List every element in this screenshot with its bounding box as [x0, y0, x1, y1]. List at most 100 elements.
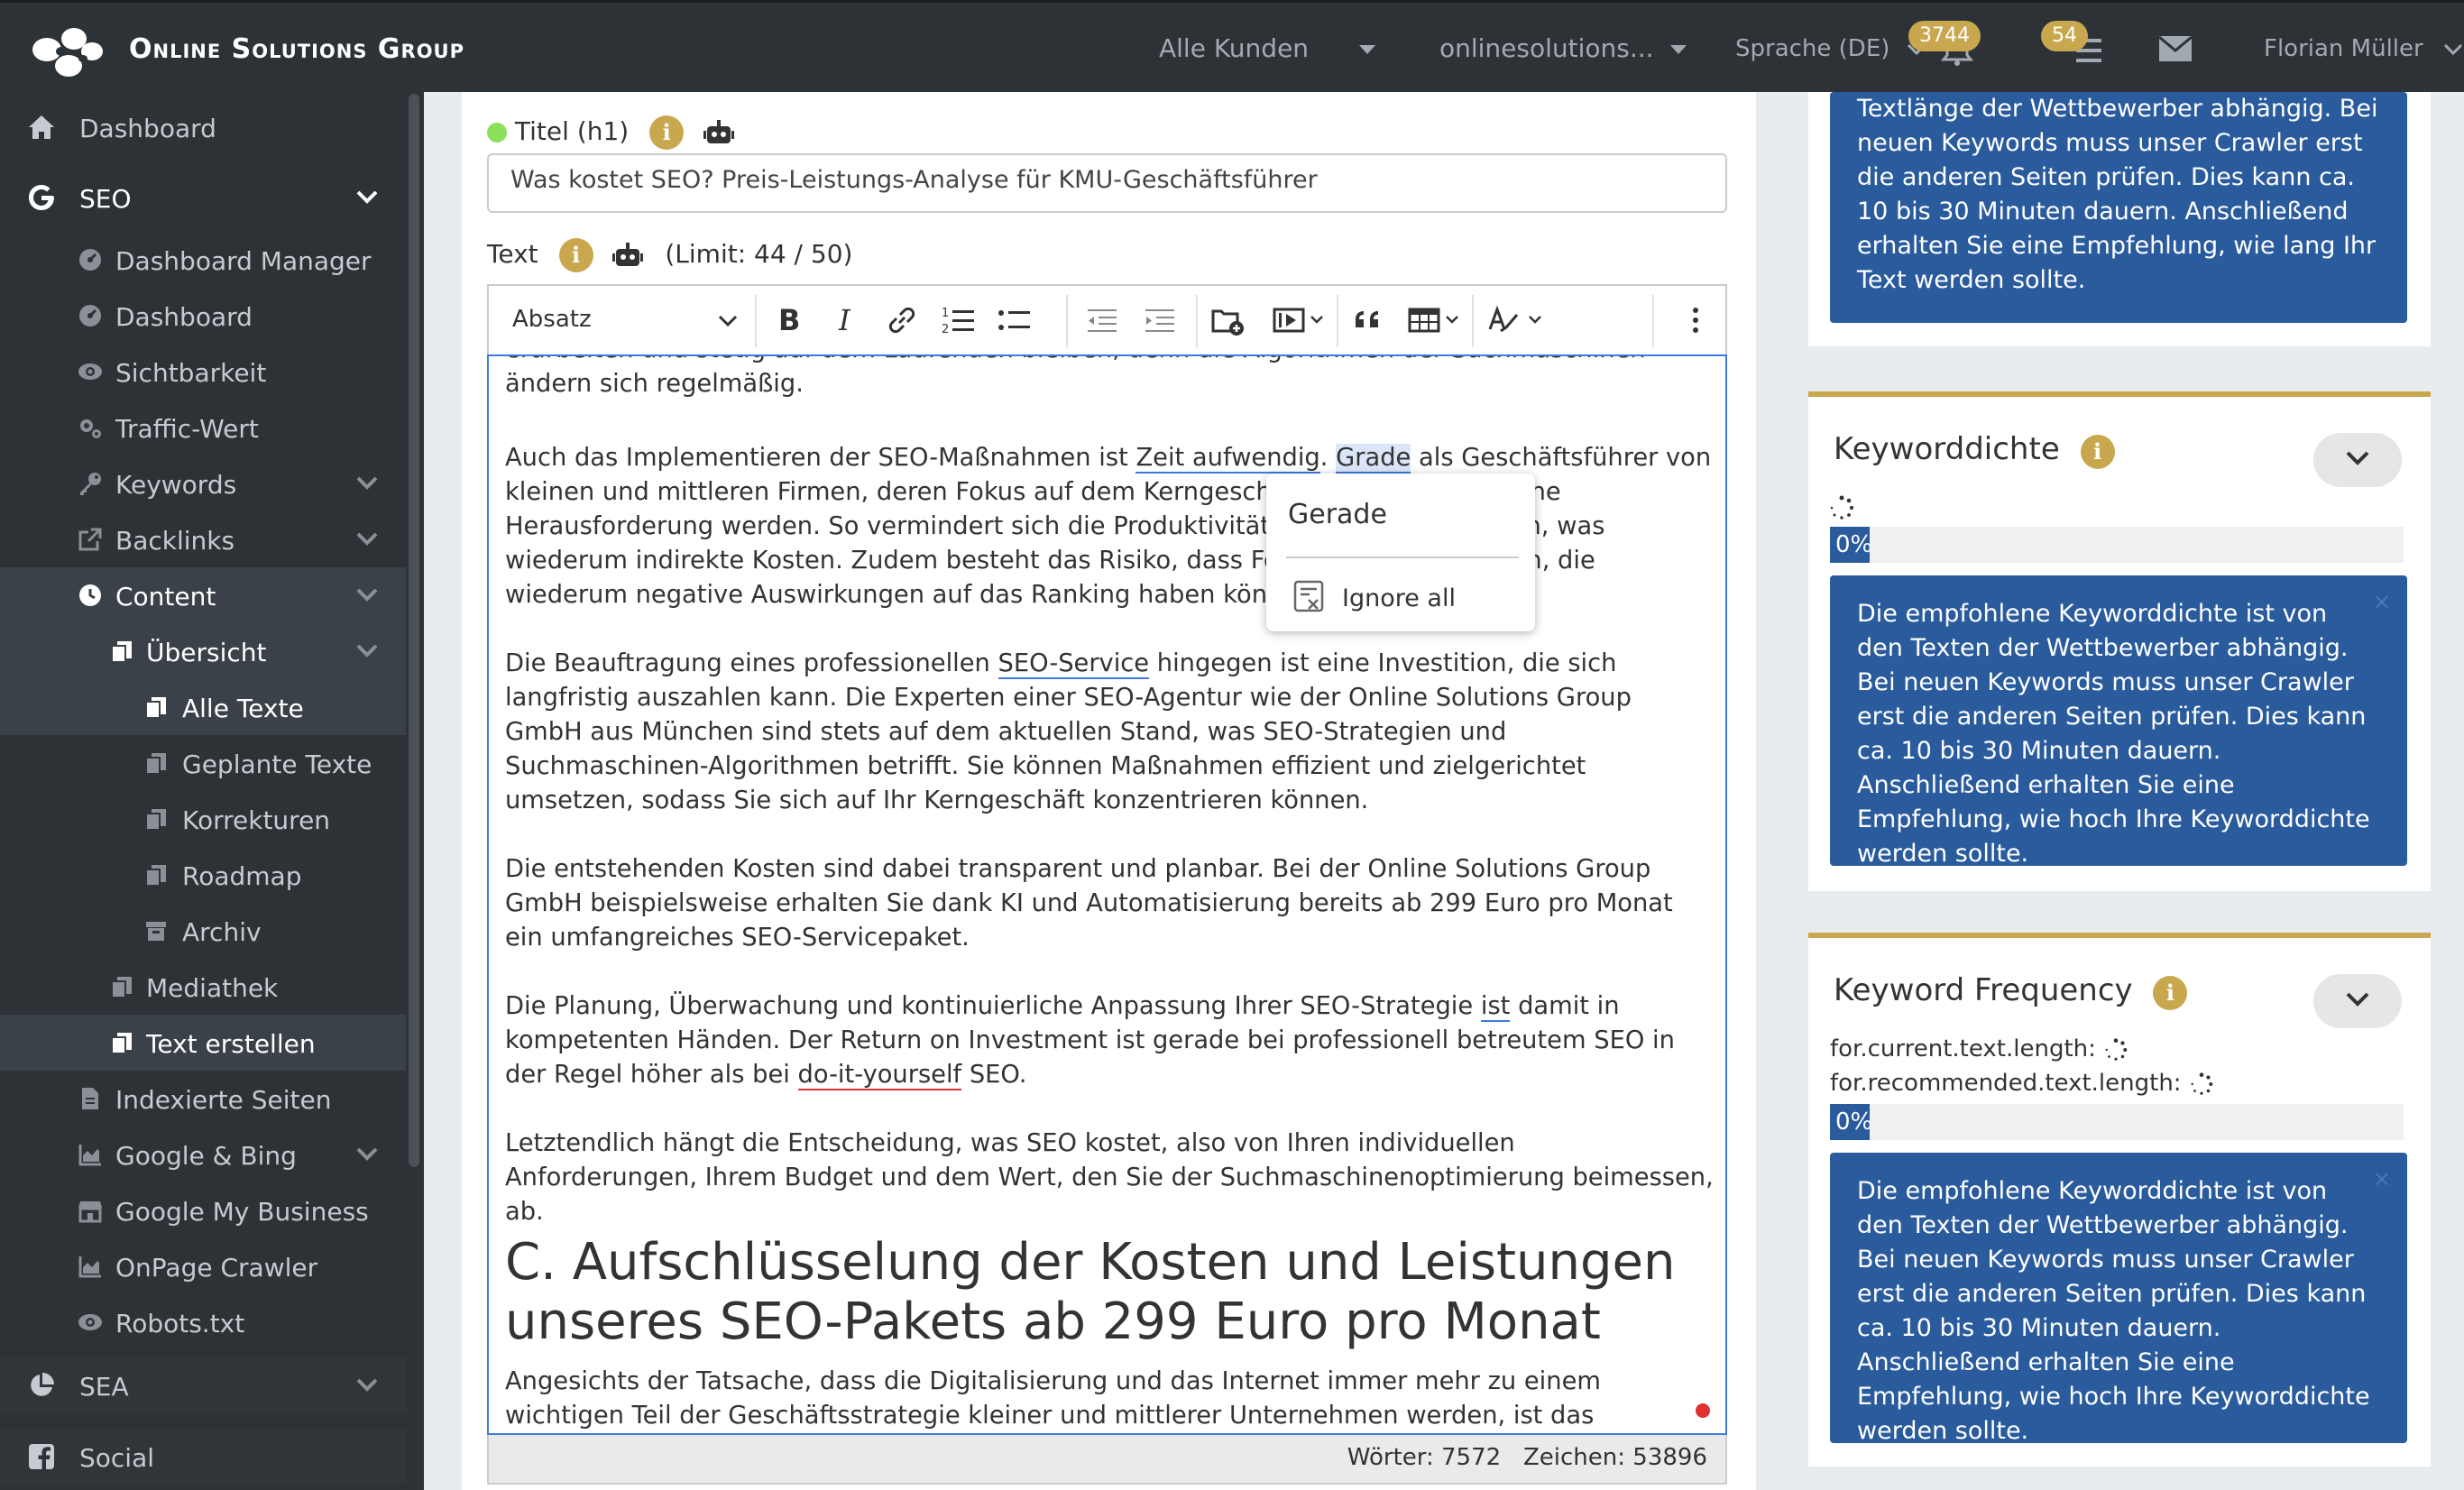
sidebar-item-content[interactable]: Content	[0, 567, 406, 623]
text-label: Text	[487, 239, 538, 269]
language-select[interactable]: Sprache (DE)	[1735, 35, 1926, 62]
info-box-text: Textlänge der Wettbewerber abhängig. Bei…	[1857, 95, 2378, 294]
sidebar-item-dashboard[interactable]: Dashboard	[0, 99, 406, 155]
sidebar-item-sichtbarkeit[interactable]: Sichtbarkeit	[0, 344, 406, 400]
collapse-button[interactable]	[2313, 433, 2402, 487]
grammar-flag[interactable]: ist	[1480, 992, 1511, 1022]
close-icon[interactable]: ×	[2373, 1162, 2391, 1196]
envelope-icon[interactable]	[2158, 35, 2193, 62]
bullet-list-icon[interactable]	[996, 302, 1032, 338]
key-icon	[80, 473, 101, 495]
logo-icon[interactable]	[27, 19, 108, 82]
progress-fill: 0%	[1830, 527, 1870, 563]
card-title: Keyworddichte i	[1834, 431, 2115, 469]
info-icon[interactable]: i	[2153, 976, 2188, 1010]
sidebar-item-label: SEO	[79, 184, 132, 214]
sidebar-item-geplante-texte[interactable]: Geplante Texte	[0, 735, 406, 791]
sidebar-item-google-bing[interactable]: Google & Bing	[0, 1127, 406, 1182]
title-input[interactable]: Was kostet SEO? Preis-Leistungs-Analyse …	[487, 153, 1727, 213]
media-embed-icon[interactable]	[1272, 302, 1326, 338]
sidebar-item-keywords[interactable]: Keywords	[0, 455, 406, 511]
sidebar-item-label: Korrekturen	[182, 805, 331, 835]
close-icon[interactable]: ×	[2373, 584, 2391, 619]
format-select[interactable]: Absatz	[512, 306, 738, 333]
domain-select[interactable]: onlinesolutions...	[1439, 33, 1687, 63]
toolbar-divider	[1472, 295, 1474, 347]
robot-icon[interactable]	[611, 241, 644, 270]
outdent-icon[interactable]	[1084, 302, 1120, 338]
sidebar-item-korrekturen[interactable]: Korrekturen	[0, 791, 406, 847]
loading-spinner-icon	[1830, 495, 1854, 520]
menu-divider	[1286, 556, 1519, 558]
sidebar-item-roadmap[interactable]: Roadmap	[0, 847, 406, 903]
numbered-list-icon[interactable]: 12	[940, 302, 976, 338]
sidebar-item-social[interactable]: Social	[0, 1429, 406, 1485]
info-box-text: Die empfohlene Keyworddichte ist von den…	[1857, 1177, 2370, 1445]
spelling-flag[interactable]: do-it-yourself	[797, 1061, 962, 1090]
sidebar-item-label: Alle Texte	[182, 694, 304, 723]
customer-select[interactable]: Alle Kunden	[1159, 33, 1376, 63]
grammar-flag[interactable]: Zeit aufwendig	[1135, 444, 1320, 474]
insert-image-icon[interactable]	[1210, 302, 1246, 338]
sidebar-item-google-my-business[interactable]: Google My Business	[0, 1182, 406, 1238]
sidebar-item-label: Geplante Texte	[182, 750, 372, 779]
sidebar-item-indexierte-seiten[interactable]: Indexierte Seiten	[0, 1071, 406, 1127]
ignore-all-option[interactable]: Ignore all	[1342, 584, 1456, 612]
sidebar-item-mediathek[interactable]: Mediathek	[0, 959, 406, 1015]
svg-text:B: B	[778, 303, 800, 337]
spelling-flag-selected[interactable]: Grade	[1336, 444, 1411, 474]
paragraph: Die entstehenden Kosten sind dabei trans…	[505, 855, 1673, 952]
sidebar-item-label: Content	[115, 582, 216, 612]
info-icon[interactable]: i	[2080, 435, 2115, 469]
sidebar-item-robots-txt[interactable]: Robots.txt	[0, 1294, 406, 1350]
info-icon[interactable]: i	[649, 115, 685, 150]
sidebar-item-dashboard-sub[interactable]: Dashboard	[0, 288, 406, 344]
grammar-flag[interactable]: SEO-Service	[998, 649, 1150, 679]
spelling-suggestion[interactable]: Gerade	[1288, 499, 1387, 530]
dashboard-gauge-icon	[79, 305, 101, 327]
copy-icon	[111, 1033, 132, 1054]
sidebar-scrollbar[interactable]	[409, 94, 419, 1167]
info-box-text: Die empfohlene Keyworddichte ist von den…	[1857, 600, 2370, 868]
spellcheck-icon[interactable]	[1486, 302, 1546, 338]
recommended-length-label: for.recommended.text.length:	[1830, 1070, 2182, 1097]
table-icon[interactable]	[1407, 302, 1461, 338]
text-editor[interactable]: erarbeiten und stetig auf dem Laufenden …	[487, 354, 1727, 1435]
brand-name[interactable]: Online Solutions Group	[129, 33, 464, 65]
spellcheck-context-menu: Gerade Ignore all	[1266, 474, 1535, 631]
dashboard-gauge-icon	[79, 249, 101, 271]
info-icon[interactable]: i	[558, 238, 593, 272]
sidebar-item-archiv[interactable]: Archiv	[0, 903, 406, 959]
sidebar-item-dashboard-manager[interactable]: Dashboard Manager	[0, 232, 406, 288]
bold-icon[interactable]: B	[770, 302, 806, 338]
sidebar-item-seo[interactable]: SEO	[0, 170, 406, 225]
sidebar-item-traffic-wert[interactable]: Traffic-Wert	[0, 400, 406, 455]
sidebar-item-alle-texte[interactable]: Alle Texte	[0, 679, 406, 735]
sidebar-item-onpage-crawler[interactable]: OnPage Crawler	[0, 1238, 406, 1294]
user-menu[interactable]: Florian Müller	[2264, 35, 2463, 62]
sidebar-item-label: Mediathek	[146, 973, 279, 1003]
chevron-down-icon	[1359, 45, 1376, 54]
cogs-icon	[80, 419, 101, 438]
notification-count-badge: 3744	[1908, 21, 1981, 51]
sidebar-item-label: Archiv	[182, 917, 262, 947]
sidebar-item-label: Robots.txt	[115, 1309, 245, 1338]
keyword-frequency-info-box: × Die empfohlene Keyworddichte ist von d…	[1830, 1153, 2407, 1445]
card-title-text: Keyword Frequency	[1834, 972, 2133, 1008]
copy-icon	[145, 809, 166, 831]
indent-icon[interactable]	[1142, 302, 1178, 338]
blockquote-icon[interactable]	[1351, 302, 1387, 338]
sidebar-item-sea[interactable]: SEA	[0, 1357, 406, 1413]
sidebar-item-text-erstellen[interactable]: Text erstellen	[0, 1015, 406, 1071]
robot-icon[interactable]	[703, 118, 735, 147]
link-icon[interactable]	[884, 302, 920, 338]
sidebar-item-label: Google My Business	[115, 1197, 369, 1227]
sidebar-item-uebersicht[interactable]: Übersicht	[0, 623, 406, 679]
toolbar-divider	[755, 295, 757, 347]
more-vertical-icon[interactable]	[1678, 302, 1714, 338]
collapse-button[interactable]	[2313, 974, 2402, 1028]
top-bar: Online Solutions Group Alle Kunden onlin…	[0, 0, 2464, 92]
domain-select-label: onlinesolutions...	[1439, 33, 1654, 63]
sidebar-item-backlinks[interactable]: Backlinks	[0, 511, 406, 567]
italic-icon[interactable]: I	[828, 302, 864, 338]
